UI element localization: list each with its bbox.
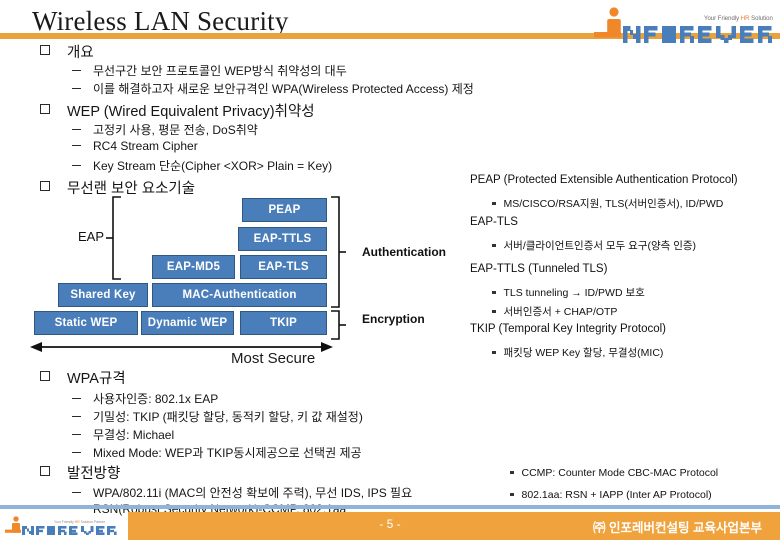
annotation-item: TLS tunneling → ID/PWD 보호 bbox=[492, 285, 645, 300]
bullet-item: 기밀성: TKIP (패킷당 할당, 동적키 할당, 키 값 재설정) bbox=[72, 408, 363, 425]
bullet-item: WPA/802.11i (MAC의 안전성 확보에 주력), 무선 IDS, I… bbox=[72, 484, 412, 501]
dot-bullet-icon bbox=[510, 492, 514, 496]
dash-bullet-icon bbox=[72, 492, 81, 493]
footer-divider-rule bbox=[0, 505, 780, 509]
diagram-label-encryption: Encryption bbox=[362, 312, 425, 326]
bullet-item: Mixed Mode: WEP과 TKIP동시제공으로 선택권 제공 bbox=[72, 444, 362, 461]
dash-bullet-icon bbox=[72, 416, 81, 417]
annotation-item: 802.1aa: RSN + IAPP (Inter AP Protocol) bbox=[510, 489, 712, 501]
dash-bullet-icon bbox=[72, 452, 81, 453]
dot-bullet-icon bbox=[492, 243, 496, 247]
bullet-item: 무결성: Michael bbox=[72, 426, 174, 443]
bullet-item: 사용자인증: 802.1x EAP bbox=[72, 390, 218, 407]
annotation-item: 패킷당 WEP Key 할당, 무결성(MIC) bbox=[492, 345, 663, 360]
annotation-item: CCMP: Counter Mode CBC-MAC Protocol bbox=[510, 467, 718, 479]
diagram-label-eap: EAP bbox=[78, 229, 105, 244]
dot-bullet-icon bbox=[510, 470, 514, 474]
footer-organization: ㈜ 인포레버컨설팅 교육사업본부 bbox=[593, 521, 762, 535]
dot-bullet-icon bbox=[492, 350, 496, 354]
dash-bullet-icon bbox=[72, 434, 81, 435]
diagram-axis-label: Most Secure bbox=[231, 350, 316, 367]
dash-bullet-icon bbox=[72, 398, 81, 399]
annotation-item: 서버/클라이언트인증서 모두 요구(양측 인증) bbox=[492, 238, 696, 253]
annotation-heading-tkip: TKIP (Temporal Key Integrity Protocol) bbox=[470, 323, 666, 335]
diagram-label-authentication: Authentication bbox=[362, 245, 446, 259]
annotation-heading-peap: PEAP (Protected Extensible Authenticatio… bbox=[470, 174, 738, 186]
dot-bullet-icon bbox=[492, 290, 496, 294]
annotation-item: MS/CISCO/RSA지원, TLS(서버인증서), ID/PWD bbox=[492, 196, 723, 211]
inforever-logo: Your Friendly HR Solution Partner bbox=[594, 7, 774, 43]
annotation-item: 서버인증서 + CHAP/OTP bbox=[492, 304, 617, 319]
dot-bullet-icon bbox=[492, 309, 496, 313]
brand-tagline: Your Friendly HR Solution Partner bbox=[704, 16, 774, 22]
section-heading-4: 발전방향 bbox=[40, 462, 120, 483]
annotation-heading-eap-ttls: EAP-TTLS (Tunneled TLS) bbox=[470, 263, 608, 275]
wlan-security-pyramid-diagram: PEAP EAP-TTLS EAP-MD5 EAP-TLS Shared Key… bbox=[0, 0, 480, 380]
dot-bullet-icon bbox=[492, 201, 496, 205]
annotation-heading-eap-tls: EAP-TLS bbox=[470, 216, 518, 228]
square-bullet-icon bbox=[40, 466, 50, 476]
